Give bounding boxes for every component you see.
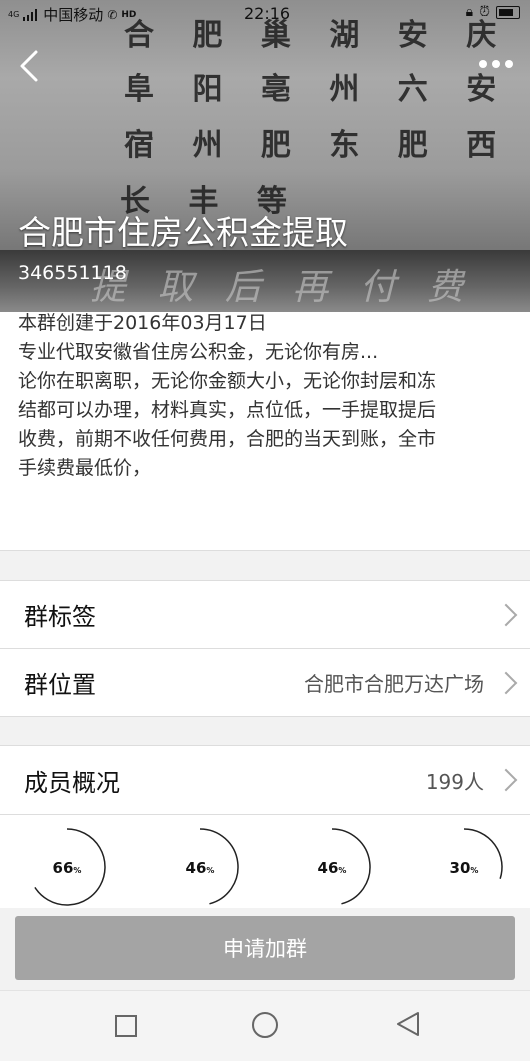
join-group-button[interactable]: 申请加群 <box>15 916 515 980</box>
description-line-2: 论你在职离职，无论你金额大小，无论你封层和冻 <box>18 370 437 392</box>
description-line-4: 收费，前期不收任何费用，合肥的当天到账，全市 <box>18 428 437 450</box>
members-overview-label: 成员概况 <box>24 768 120 797</box>
member-stat-2: 46% <box>160 827 240 907</box>
alarm-icon: ⏰︎ <box>479 4 490 20</box>
back-arrow-icon[interactable] <box>14 48 50 84</box>
member-stat-1: 66% <box>27 827 107 907</box>
group-location-label: 群位置 <box>24 671 96 699</box>
stat-unit-1: % <box>73 866 82 875</box>
banner-calligraphy-row-3: 宿 州 肥 东 肥 西 <box>124 128 511 163</box>
group-id: 346551118 <box>18 262 127 284</box>
nav-back-icon[interactable] <box>396 1011 420 1037</box>
group-banner: 合 肥 巢 湖 安 庆 阜 阳 亳 州 六 安 宿 州 肥 东 肥 西 长 丰 … <box>0 0 530 312</box>
status-bar: 4G 中国移动 ✆ HD 22:16 🔒︎ ⏰︎ <box>0 0 530 28</box>
group-description: 本群创建于2016年03月17日 专业代取安徽省住房公积金，无论你有房... 论… <box>0 312 530 551</box>
stat-value-1: 66 <box>52 859 74 877</box>
created-date: 本群创建于2016年03月17日 <box>18 312 267 334</box>
stat-value-3: 46 <box>317 859 339 877</box>
phone-icon: ✆ <box>107 7 118 22</box>
hd-badge: HD <box>121 9 137 20</box>
chevron-right-icon <box>494 671 518 694</box>
stat-value-2: 46 <box>185 859 207 877</box>
divider <box>0 716 530 717</box>
group-name: 合肥市住房公积金提取 <box>18 213 348 252</box>
banner-calligraphy-row-2: 阜 阳 亳 州 六 安 <box>124 72 511 107</box>
stat-unit-2: % <box>206 866 215 875</box>
more-options-icon[interactable] <box>476 52 516 76</box>
chevron-right-icon <box>494 603 518 626</box>
members-count: 199人 <box>425 769 484 794</box>
description-line-3: 结都可以办理，材料真实，点位低，一手提取提后 <box>18 399 437 421</box>
stat-unit-3: % <box>338 866 347 875</box>
group-location-row[interactable]: 群位置 合肥市合肥万达广场 <box>0 649 530 716</box>
battery-icon <box>496 5 520 19</box>
chevron-right-icon <box>494 768 518 792</box>
stat-unit-4: % <box>470 866 479 875</box>
home-icon[interactable] <box>252 1012 278 1038</box>
banner-strip-text: 提 取 后 再 付 费 <box>90 267 474 308</box>
carrier-name: 中国移动 <box>43 6 104 24</box>
description-line-5: 手续费最低价， <box>18 457 152 479</box>
group-tags-label: 群标签 <box>24 603 96 631</box>
join-bar: 申请加群 <box>0 908 530 990</box>
network-type: 4G <box>8 10 20 19</box>
member-stats: 66% 46% 46% 30% <box>0 815 530 908</box>
members-overview-row[interactable]: 成员概况 199人 <box>0 746 530 814</box>
signal-icon <box>23 8 38 21</box>
lock-icon: 🔒︎ <box>465 4 474 20</box>
member-stat-4: 30% <box>424 827 504 907</box>
stat-value-4: 30 <box>449 859 471 877</box>
recent-apps-icon[interactable] <box>115 1015 137 1037</box>
group-tags-row[interactable]: 群标签 <box>0 581 530 648</box>
member-stat-3: 46% <box>292 827 372 907</box>
description-line-1: 专业代取安徽省住房公积金，无论你有房... <box>18 341 379 363</box>
group-location-value: 合肥市合肥万达广场 <box>304 672 484 696</box>
system-nav-bar <box>0 990 530 1061</box>
status-time: 22:16 <box>244 4 291 23</box>
